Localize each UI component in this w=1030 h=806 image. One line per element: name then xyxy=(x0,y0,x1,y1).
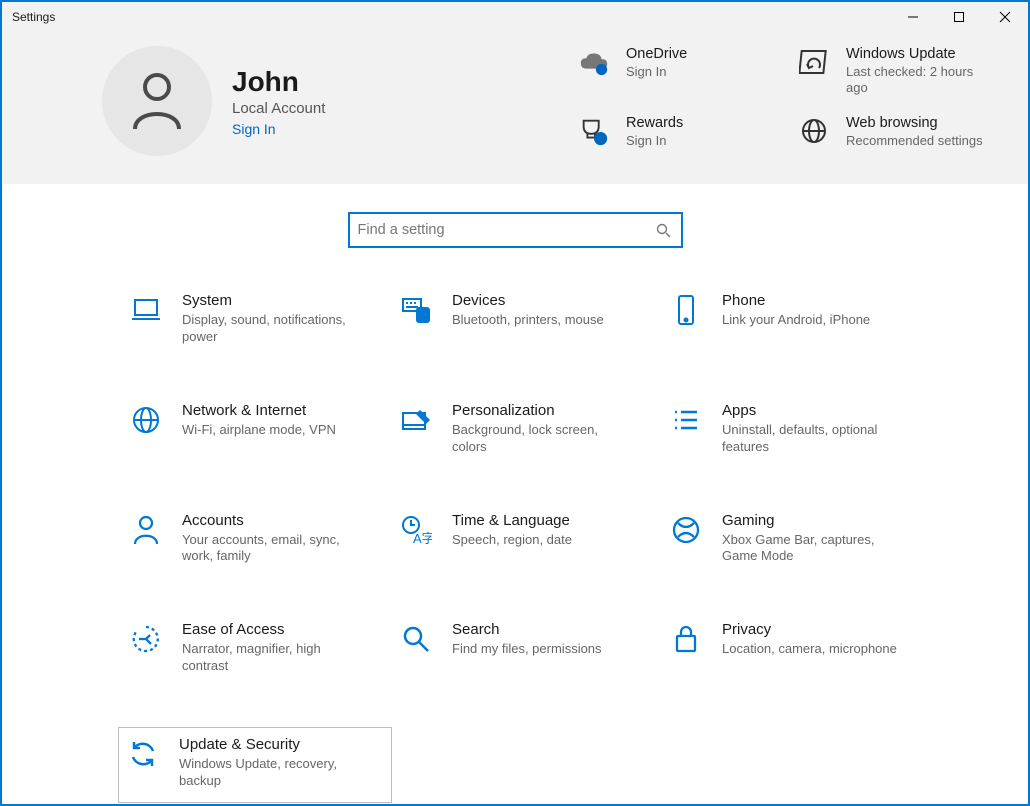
user-account-type: Local Account xyxy=(232,100,325,117)
category-title: Search xyxy=(452,621,602,638)
maximize-button[interactable] xyxy=(936,2,982,32)
list-icon xyxy=(668,402,704,438)
category-grid: System Display, sound, notifications, po… xyxy=(2,288,1028,803)
category-title: Devices xyxy=(452,292,604,309)
category-title: Phone xyxy=(722,292,870,309)
category-time-language[interactable]: A字 Time & Language Speech, region, date xyxy=(392,508,662,570)
header: John Local Account Sign In OneDrive Sign… xyxy=(2,32,1028,184)
quick-update-title: Windows Update xyxy=(846,46,998,62)
quick-onedrive-sub: Sign In xyxy=(626,64,687,80)
category-accounts[interactable]: Accounts Your accounts, email, sync, wor… xyxy=(122,508,392,570)
paint-icon xyxy=(398,402,434,438)
category-title: System xyxy=(182,292,362,309)
category-ease-of-access[interactable]: Ease of Access Narrator, magnifier, high… xyxy=(122,617,392,679)
category-apps[interactable]: Apps Uninstall, defaults, optional featu… xyxy=(662,398,932,460)
category-sub: Bluetooth, printers, mouse xyxy=(452,312,604,329)
titlebar: Settings xyxy=(2,2,1028,32)
phone-icon xyxy=(668,292,704,328)
window-title: Settings xyxy=(12,10,55,24)
keyboard-icon xyxy=(398,292,434,328)
category-sub: Find my files, permissions xyxy=(452,641,602,658)
category-title: Ease of Access xyxy=(182,621,362,638)
svg-text:A字: A字 xyxy=(413,531,432,545)
category-title: Update & Security xyxy=(179,736,359,753)
person-icon xyxy=(128,512,164,548)
category-phone[interactable]: Phone Link your Android, iPhone xyxy=(662,288,932,350)
search-icon xyxy=(656,223,671,238)
quick-onedrive-title: OneDrive xyxy=(626,46,687,62)
close-button[interactable] xyxy=(982,2,1028,32)
sync-icon xyxy=(125,736,161,772)
quick-rewards-sub: Sign In xyxy=(626,133,683,149)
search-input[interactable] xyxy=(358,222,656,238)
user-signin-link[interactable]: Sign In xyxy=(232,121,325,137)
quick-rewards[interactable]: Rewards Sign In xyxy=(578,115,788,149)
lock-icon xyxy=(668,621,704,657)
category-update-security[interactable]: Update & Security Windows Update, recove… xyxy=(118,727,392,803)
category-sub: Wi-Fi, airplane mode, VPN xyxy=(182,422,336,439)
user-name: John xyxy=(232,66,325,98)
category-system[interactable]: System Display, sound, notifications, po… xyxy=(122,288,392,350)
category-sub: Background, lock screen, colors xyxy=(452,422,632,456)
globe-icon xyxy=(798,115,830,147)
person-icon xyxy=(130,71,184,131)
quick-update-sub: Last checked: 2 hours ago xyxy=(846,64,998,97)
category-title: Time & Language xyxy=(452,512,572,529)
search-row xyxy=(2,212,1028,248)
avatar xyxy=(102,46,212,156)
xbox-icon xyxy=(668,512,704,548)
category-devices[interactable]: Devices Bluetooth, printers, mouse xyxy=(392,288,662,350)
search-icon xyxy=(398,621,434,657)
globe-icon xyxy=(128,402,164,438)
category-sub: Xbox Game Bar, captures, Game Mode xyxy=(722,532,902,566)
category-sub: Location, camera, microphone xyxy=(722,641,897,658)
quick-rewards-title: Rewards xyxy=(626,115,683,131)
window-controls xyxy=(890,2,1028,32)
time-language-icon: A字 xyxy=(398,512,434,548)
category-sub: Display, sound, notifications, power xyxy=(182,312,362,346)
category-sub: Windows Update, recovery, backup xyxy=(179,756,359,790)
category-personalization[interactable]: Personalization Background, lock screen,… xyxy=(392,398,662,460)
category-sub: Speech, region, date xyxy=(452,532,572,549)
category-gaming[interactable]: Gaming Xbox Game Bar, captures, Game Mod… xyxy=(662,508,932,570)
category-sub: Your accounts, email, sync, work, family xyxy=(182,532,362,566)
category-title: Network & Internet xyxy=(182,402,336,419)
category-network[interactable]: Network & Internet Wi-Fi, airplane mode,… xyxy=(122,398,392,460)
category-title: Accounts xyxy=(182,512,362,529)
user-block[interactable]: John Local Account Sign In xyxy=(32,46,325,156)
category-title: Apps xyxy=(722,402,902,419)
quick-windows-update[interactable]: Windows Update Last checked: 2 hours ago xyxy=(798,46,998,97)
category-sub: Link your Android, iPhone xyxy=(722,312,870,329)
rewards-icon xyxy=(578,115,610,147)
quick-web-sub: Recommended settings xyxy=(846,133,983,149)
quick-web-browsing[interactable]: Web browsing Recommended settings xyxy=(798,115,998,149)
category-sub: Uninstall, defaults, optional features xyxy=(722,422,902,456)
category-title: Gaming xyxy=(722,512,902,529)
category-search[interactable]: Search Find my files, permissions xyxy=(392,617,662,679)
category-title: Privacy xyxy=(722,621,897,638)
search-box[interactable] xyxy=(348,212,683,248)
minimize-button[interactable] xyxy=(890,2,936,32)
ease-icon xyxy=(128,621,164,657)
quick-cards: OneDrive Sign In Windows Update Last che… xyxy=(578,46,998,156)
laptop-icon xyxy=(128,292,164,328)
category-sub: Narrator, magnifier, high contrast xyxy=(182,641,362,675)
update-icon xyxy=(798,46,830,78)
category-privacy[interactable]: Privacy Location, camera, microphone xyxy=(662,617,932,679)
quick-onedrive[interactable]: OneDrive Sign In xyxy=(578,46,788,97)
cloud-icon xyxy=(578,46,610,78)
quick-web-title: Web browsing xyxy=(846,115,983,131)
category-title: Personalization xyxy=(452,402,632,419)
